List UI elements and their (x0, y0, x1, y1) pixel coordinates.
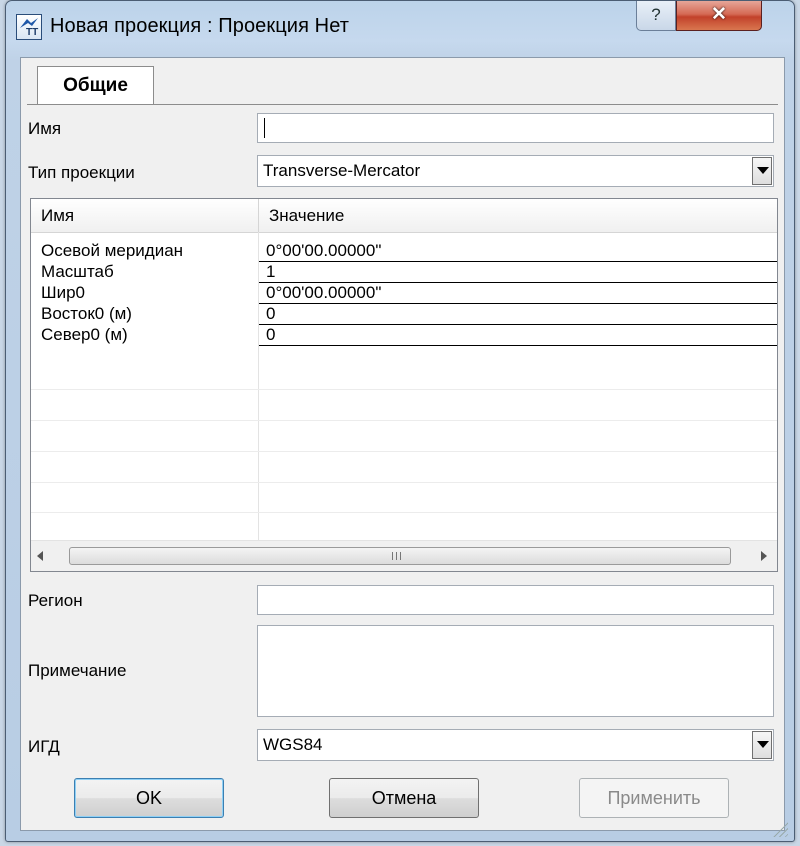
table-row[interactable]: Масштаб 1 (31, 262, 777, 283)
column-header-value[interactable]: Значение (259, 199, 777, 232)
param-name-cell: Север0 (м) (31, 325, 259, 346)
param-name-cell: Шир0 (31, 283, 259, 304)
param-value-cell[interactable]: 0 (259, 325, 777, 346)
horizontal-scrollbar[interactable] (31, 540, 777, 571)
projection-type-label: Тип проекции (28, 163, 135, 182)
column-separator (258, 232, 259, 542)
app-icon-text: TT (26, 27, 39, 38)
projection-type-value: Transverse-Mercator (263, 161, 421, 180)
tab-general[interactable]: Общие (37, 66, 154, 105)
ok-button[interactable]: OK (74, 778, 224, 818)
parameters-grid[interactable]: Имя Значение Осевой меридиан 0°00'00.000… (30, 198, 778, 572)
name-input[interactable] (257, 113, 774, 143)
table-row[interactable]: Север0 (м) 0 (31, 325, 777, 346)
text-caret (264, 118, 265, 138)
title-bar[interactable]: TT Новая проекция : Проекция Нет ? ✕ (6, 1, 794, 55)
apply-button[interactable]: Применить (579, 778, 729, 818)
empty-row-line (31, 512, 777, 513)
tab-strip-border (27, 104, 778, 105)
window-title: Новая проекция : Проекция Нет (50, 15, 350, 37)
region-input[interactable] (257, 585, 774, 615)
grip-icon (392, 552, 404, 560)
region-label: Регион (28, 591, 83, 610)
scroll-right-icon[interactable] (761, 551, 767, 561)
param-value-cell[interactable]: 0°00'00.00000" (259, 241, 777, 262)
cancel-button[interactable]: Отмена (329, 778, 479, 818)
note-label: Примечание (28, 661, 127, 680)
table-row[interactable]: Шир0 0°00'00.00000" (31, 283, 777, 304)
table-row[interactable]: Восток0 (м) 0 (31, 304, 777, 325)
param-value-cell[interactable]: 0 (259, 304, 777, 325)
chevron-down-icon[interactable] (752, 157, 772, 185)
projection-type-select[interactable]: Transverse-Mercator (257, 155, 774, 187)
help-button[interactable]: ? (636, 1, 676, 31)
name-label: Имя (28, 119, 62, 138)
projection-app-icon: TT (16, 14, 42, 40)
param-value-cell[interactable]: 1 (259, 262, 777, 283)
param-name-cell: Восток0 (м) (31, 304, 259, 325)
empty-row-line (31, 420, 777, 421)
scroll-left-icon[interactable] (37, 551, 43, 561)
datum-select[interactable]: WGS84 (257, 729, 774, 761)
column-header-name[interactable]: Имя (31, 199, 259, 232)
empty-row-line (31, 482, 777, 483)
chevron-down-icon[interactable] (752, 731, 772, 759)
param-name-cell: Осевой меридиан (31, 241, 259, 262)
note-textarea[interactable] (257, 625, 774, 717)
close-button[interactable]: ✕ (676, 1, 762, 31)
datum-label: ИГД (28, 737, 60, 756)
grid-header: Имя Значение (31, 199, 777, 233)
table-row[interactable]: Осевой меридиан 0°00'00.00000" (31, 241, 777, 262)
param-name-cell: Масштаб (31, 262, 259, 283)
dialog-window: TT Новая проекция : Проекция Нет ? ✕ Общ… (5, 0, 795, 842)
datum-value: WGS84 (263, 735, 323, 754)
param-value-cell[interactable]: 0°00'00.00000" (259, 283, 777, 304)
scrollbar-thumb[interactable] (69, 547, 731, 565)
empty-row-line (31, 451, 777, 452)
empty-row-line (31, 389, 777, 390)
